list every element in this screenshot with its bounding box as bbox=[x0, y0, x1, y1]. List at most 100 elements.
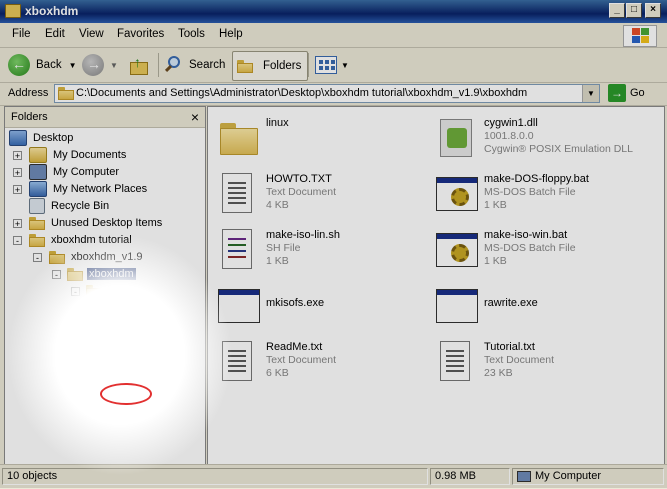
tree-item-my-documents[interactable]: My Documents bbox=[29, 147, 128, 163]
collapse-icon[interactable]: - bbox=[13, 236, 22, 246]
tree-item-my-computer[interactable]: My Computer bbox=[29, 164, 121, 180]
tree-item-desktop[interactable]: Desktop bbox=[9, 130, 75, 146]
tree-item-xboxhdm-v1-9[interactable]: xboxhdm_v1.9 bbox=[49, 249, 145, 265]
folder-icon bbox=[105, 318, 121, 332]
go-arrow-icon: → bbox=[608, 84, 626, 102]
file-name: ReadMe.txt bbox=[266, 341, 323, 353]
status-location: My Computer bbox=[512, 468, 664, 485]
close-button[interactable]: × bbox=[645, 3, 661, 18]
folder-icon bbox=[5, 4, 21, 18]
status-bar: 10 objects 0.98 MB My Computer bbox=[0, 464, 667, 489]
tree-item-f[interactable]: F bbox=[105, 351, 136, 367]
search-label: Search bbox=[189, 59, 226, 71]
status-object-count: 10 objects bbox=[2, 468, 428, 485]
file-type: Text Document bbox=[484, 354, 555, 366]
tree-item-xboxhdm-tutorial[interactable]: xboxhdm tutorial bbox=[29, 232, 134, 248]
file-size: 1 KB bbox=[484, 255, 507, 267]
toolbar-separator bbox=[158, 53, 159, 77]
tree-item-network-places[interactable]: My Network Places bbox=[29, 181, 149, 197]
batch-file-icon bbox=[434, 227, 480, 273]
address-bar: Address C:\Documents and Settings\Admini… bbox=[0, 83, 667, 106]
menu-file[interactable]: File bbox=[12, 28, 31, 40]
file-item-rawrite-exe[interactable]: rawrite.exe bbox=[434, 281, 649, 337]
file-name: Tutorial.txt bbox=[484, 341, 535, 353]
toolbar: ← Back ▼ → ▼ ↑ Search Folders ▼ bbox=[0, 48, 667, 83]
title-bar[interactable]: xboxhdm _ □ × bbox=[0, 0, 667, 23]
go-button[interactable]: → Go bbox=[608, 84, 645, 102]
tree-item-linux[interactable]: linux bbox=[86, 283, 133, 299]
file-item-make-iso-win-bat[interactable]: make-iso-win.bat MS-DOS Batch File 1 KB bbox=[434, 225, 649, 281]
menu-edit[interactable]: Edit bbox=[45, 28, 65, 40]
forward-arrow-icon: → bbox=[82, 54, 104, 76]
tree-item-recycle-bin[interactable]: Recycle Bin bbox=[29, 198, 111, 214]
address-input[interactable]: C:\Documents and Settings\Administrator\… bbox=[54, 84, 600, 103]
folder-icon bbox=[49, 250, 65, 264]
tree-label: Recycle Bin bbox=[51, 200, 110, 212]
file-type: MS-DOS Batch File bbox=[484, 186, 576, 198]
back-button[interactable]: ← Back ▼ bbox=[8, 51, 77, 79]
chevron-down-icon: ▼ bbox=[110, 60, 118, 70]
folders-pane-title: Folders bbox=[11, 111, 48, 123]
collapse-icon[interactable]: - bbox=[33, 253, 42, 263]
chevron-down-icon: ▼ bbox=[341, 60, 349, 70]
file-item-mkisofs-exe[interactable]: mkisofs.exe bbox=[216, 281, 431, 337]
file-type: SH File bbox=[266, 242, 301, 254]
tree-item-isolinux[interactable]: isolinux bbox=[105, 368, 166, 384]
address-dropdown-button[interactable]: ▼ bbox=[582, 85, 599, 102]
tree-item-c[interactable]: C bbox=[105, 300, 137, 316]
file-name: make-iso-lin.sh bbox=[266, 229, 340, 241]
collapse-icon[interactable]: - bbox=[71, 287, 80, 297]
tree-label: Unused Desktop Items bbox=[51, 217, 163, 229]
menu-tools[interactable]: Tools bbox=[178, 28, 205, 40]
expand-icon[interactable]: + bbox=[13, 185, 22, 195]
my-computer-icon bbox=[517, 470, 531, 482]
folder-icon bbox=[216, 115, 262, 161]
minimize-button[interactable]: _ bbox=[609, 3, 625, 18]
tree-label: My Computer bbox=[53, 166, 120, 178]
application-icon bbox=[434, 283, 480, 329]
views-button[interactable]: ▼ bbox=[315, 51, 349, 79]
folders-icon bbox=[237, 59, 257, 73]
file-size: 1 KB bbox=[266, 255, 289, 267]
folders-pane: Folders × Desktop + My Documents + My Co… bbox=[4, 106, 206, 465]
tree-label: E bbox=[127, 319, 135, 331]
tree-item-xboxhdm[interactable]: xboxhdm bbox=[67, 266, 136, 282]
file-item-tutorial-txt[interactable]: Tutorial.txt Text Document 23 KB bbox=[434, 337, 649, 393]
expand-icon[interactable]: + bbox=[90, 389, 99, 399]
folder-icon bbox=[105, 352, 121, 366]
folders-button[interactable]: Folders bbox=[232, 51, 309, 81]
file-item-make-iso-lin-sh[interactable]: make-iso-lin.sh SH File 1 KB bbox=[216, 225, 431, 281]
forward-button[interactable]: → ▼ bbox=[82, 51, 118, 79]
collapse-icon[interactable]: - bbox=[52, 270, 61, 280]
file-name: make-DOS-floppy.bat bbox=[484, 173, 589, 185]
expand-icon[interactable]: + bbox=[13, 168, 22, 178]
search-button[interactable]: Search bbox=[164, 51, 225, 79]
tree-label: C bbox=[127, 302, 135, 314]
file-item-howto-txt[interactable]: HOWTO.TXT Text Document 4 KB bbox=[216, 169, 431, 225]
back-arrow-icon: ← bbox=[8, 54, 30, 76]
file-item-make-dos-floppy-bat[interactable]: make-DOS-floppy.bat MS-DOS Batch File 1 … bbox=[434, 169, 649, 225]
tree-item-eeprom[interactable]: eeprom bbox=[105, 334, 166, 350]
file-item-readme-txt[interactable]: ReadMe.txt Text Document 6 KB bbox=[216, 337, 431, 393]
views-icon bbox=[315, 56, 337, 74]
expand-icon[interactable]: + bbox=[13, 151, 22, 161]
dll-icon bbox=[434, 115, 480, 161]
address-path: C:\Documents and Settings\Administrator\… bbox=[76, 87, 528, 99]
tree-item-e[interactable]: E bbox=[105, 317, 136, 333]
expand-icon[interactable]: + bbox=[13, 219, 22, 229]
close-icon[interactable]: × bbox=[191, 109, 199, 125]
menu-help[interactable]: Help bbox=[219, 28, 243, 40]
up-folder-button[interactable]: ↑ bbox=[128, 51, 150, 79]
maximize-button[interactable]: □ bbox=[626, 3, 642, 18]
file-item-linux[interactable]: linux bbox=[216, 113, 431, 169]
menu-favorites[interactable]: Favorites bbox=[117, 28, 164, 40]
tree-item-unused-desktop-items[interactable]: Unused Desktop Items bbox=[29, 215, 164, 231]
tree-label-selected: xboxhdm bbox=[87, 268, 136, 280]
up-folder-icon: ↑ bbox=[128, 54, 150, 76]
tree-label: F bbox=[127, 353, 134, 365]
folder-open-icon bbox=[67, 267, 83, 281]
menu-view[interactable]: View bbox=[79, 28, 104, 40]
file-item-cygwin1-dll[interactable]: cygwin1.dll 1001.8.0.0 Cygwin® POSIX Emu… bbox=[434, 113, 649, 169]
folder-icon bbox=[105, 403, 121, 417]
tree-label: linux bbox=[108, 285, 131, 297]
